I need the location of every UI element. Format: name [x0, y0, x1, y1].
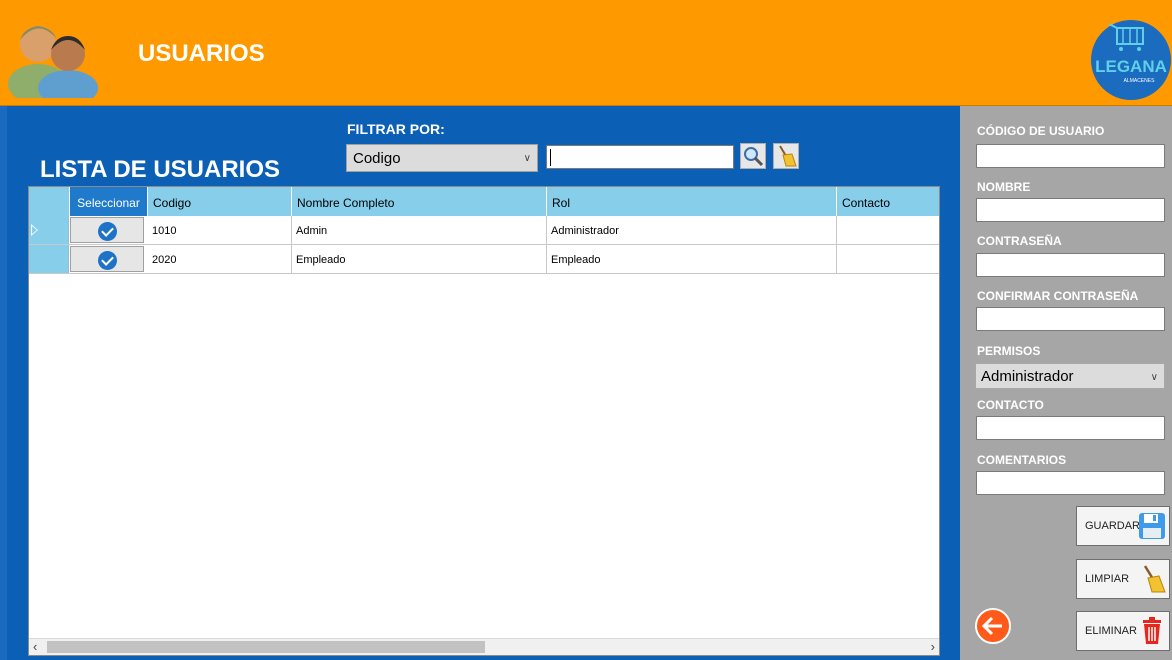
clear-filter-button[interactable] [773, 143, 799, 169]
cell-nombre[interactable]: Empleado [292, 245, 547, 273]
confirmar-contrasena-input[interactable] [976, 307, 1165, 331]
chevron-down-icon: ∨ [523, 153, 531, 164]
magnifier-icon [744, 147, 764, 167]
filter-label: FILTRAR POR: [347, 121, 445, 137]
filter-select[interactable]: Codigo ∨ [346, 144, 538, 172]
row-header-corner [29, 187, 70, 216]
floppy-disk-icon [1139, 513, 1165, 539]
filter-selected-value: Codigo [353, 150, 401, 167]
cell-rol[interactable]: Administrador [547, 216, 837, 244]
check-circle-icon [98, 222, 117, 241]
horizontal-scrollbar[interactable]: ‹ › [29, 638, 939, 655]
table-row[interactable]: 2020 Empleado Empleado [29, 245, 939, 274]
nombre-input[interactable] [976, 198, 1165, 222]
row-header[interactable] [29, 245, 69, 273]
eliminar-button[interactable]: ELIMINAR [1076, 611, 1170, 651]
contacto-label: CONTACTO [977, 398, 1044, 412]
table-row[interactable]: 1010 Admin Administrador [29, 216, 939, 245]
codigo-label: CÓDIGO DE USUARIO [977, 124, 1105, 138]
scrollbar-thumb[interactable] [47, 641, 485, 653]
comentarios-label: COMENTARIOS [977, 453, 1067, 467]
header-bar: USUARIOS LEGANA ALMACENES [0, 0, 1172, 106]
codigo-input[interactable] [976, 144, 1165, 168]
column-header-codigo[interactable]: Codigo [148, 187, 292, 216]
cell-codigo[interactable]: 1010 [148, 216, 292, 244]
select-row-button[interactable] [70, 246, 144, 272]
permisos-selected-value: Administrador [981, 368, 1074, 385]
contrasena-input[interactable] [976, 253, 1165, 277]
current-row-marker-icon [31, 224, 38, 236]
column-header-nombre[interactable]: Nombre Completo [292, 187, 547, 216]
row-header[interactable] [29, 216, 69, 244]
limpiar-button[interactable]: LIMPIAR [1076, 559, 1170, 599]
search-button[interactable] [740, 143, 766, 169]
select-row-button[interactable] [70, 217, 144, 243]
logo-text: LEGANA [1095, 57, 1167, 76]
confirmar-contrasena-label: CONFIRMAR CONTRASEÑA [977, 289, 1139, 303]
panel-edge [0, 106, 7, 660]
users-table[interactable]: Seleccionar Codigo Nombre Completo Rol C… [28, 186, 940, 656]
back-arrow-button[interactable] [975, 608, 1011, 644]
guardar-button[interactable]: GUARDAR [1076, 506, 1170, 546]
scroll-right-icon[interactable]: › [931, 639, 935, 654]
arrow-left-icon [981, 616, 1002, 636]
trash-icon [1143, 617, 1161, 644]
comentarios-input[interactable] [976, 471, 1165, 495]
eliminar-label: ELIMINAR [1085, 625, 1137, 637]
permisos-select[interactable]: Administrador ∨ [975, 363, 1165, 389]
nombre-label: NOMBRE [977, 180, 1031, 194]
chevron-down-icon: ∨ [1150, 372, 1158, 383]
table-header: Seleccionar Codigo Nombre Completo Rol C… [29, 187, 939, 216]
limpiar-label: LIMPIAR [1085, 573, 1130, 585]
logo-subtext: ALMACENES [1124, 78, 1156, 84]
users-icon [8, 26, 98, 98]
page-title: USUARIOS [138, 40, 265, 67]
column-header-contacto[interactable]: Contacto [837, 187, 939, 216]
cell-codigo[interactable]: 2020 [148, 245, 292, 273]
guardar-label: GUARDAR [1085, 520, 1141, 532]
scroll-left-icon[interactable]: ‹ [33, 639, 37, 654]
contrasena-label: CONTRASEÑA [977, 234, 1062, 248]
user-form-panel: CÓDIGO DE USUARIO NOMBRE CONTRASEÑA CONF… [960, 106, 1172, 660]
text-caret [550, 149, 551, 166]
legana-logo: LEGANA ALMACENES [1091, 20, 1171, 100]
search-input[interactable] [546, 145, 734, 169]
column-header-rol[interactable]: Rol [547, 187, 837, 216]
list-title: LISTA DE USUARIOS [40, 156, 281, 183]
cell-rol[interactable]: Empleado [547, 245, 837, 273]
cell-contacto[interactable] [837, 216, 939, 244]
cell-contacto[interactable] [837, 245, 939, 273]
contacto-input[interactable] [976, 416, 1165, 440]
column-header-seleccionar[interactable]: Seleccionar [70, 187, 148, 216]
user-list-panel: LISTA DE USUARIOS FILTRAR POR: Codigo ∨ … [0, 106, 960, 660]
cell-nombre[interactable]: Admin [292, 216, 547, 244]
broom-icon [1143, 565, 1166, 593]
permisos-label: PERMISOS [977, 344, 1041, 358]
check-circle-icon [98, 251, 117, 270]
broom-icon [779, 145, 797, 167]
